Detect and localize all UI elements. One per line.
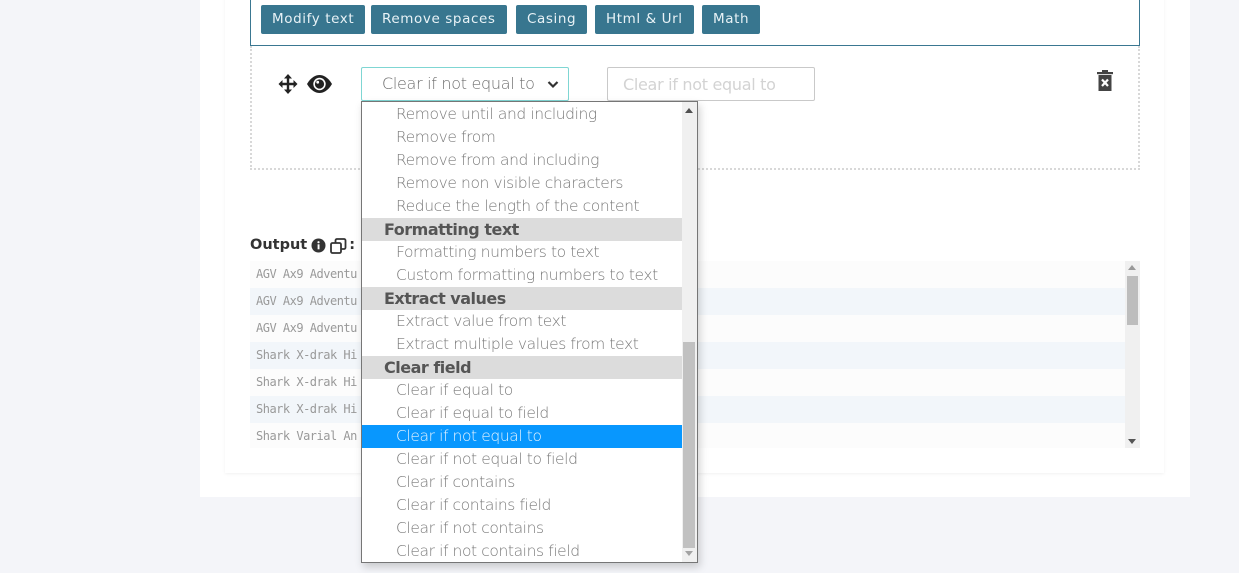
output-label: Output (250, 237, 308, 253)
casing-button[interactable]: Casing (516, 5, 588, 34)
remove-spaces-button[interactable]: Remove spaces (371, 5, 507, 34)
dropdown-option[interactable]: Reduce the length of the content (362, 195, 683, 218)
dropdown-option[interactable]: Remove non visible characters (362, 172, 683, 195)
dropdown-option[interactable]: Formatting numbers to text (362, 241, 683, 264)
operation-dropdown-list: Remove until and including Remove from Rem… (361, 101, 698, 563)
delete-icon[interactable] (1096, 69, 1114, 93)
operation-select[interactable]: Clear if not equal to (361, 67, 569, 101)
output-scrollbar-thumb[interactable] (1127, 276, 1138, 325)
dropdown-option[interactable]: Clear if not contains (362, 517, 683, 540)
operation-select-value: Clear if not equal to (382, 74, 535, 93)
output-scrollbar[interactable] (1125, 261, 1140, 448)
value-input[interactable] (607, 67, 815, 101)
dropdown-option[interactable]: Clear if equal to (362, 379, 683, 402)
dropdown-option[interactable]: Extract value from text (362, 310, 683, 333)
scroll-up-arrow-icon[interactable] (685, 108, 693, 113)
dropdown-option[interactable]: Custom formatting numbers to text (362, 264, 683, 287)
dropdown-group-label: Formatting text (362, 218, 683, 241)
math-button[interactable]: Math (702, 5, 761, 34)
dropdown-option[interactable]: Extract multiple values from text (362, 333, 683, 356)
dropdown-option[interactable]: Remove from (362, 126, 683, 149)
output-label-colon: : (349, 237, 356, 253)
info-icon[interactable] (311, 238, 326, 253)
chevron-down-icon (546, 76, 560, 90)
dropdown-option[interactable]: Clear if not equal to field (362, 448, 683, 471)
dropdown-option-selected[interactable]: Clear if not equal to (362, 425, 683, 448)
dropdown-option[interactable]: Remove from and including (362, 149, 683, 172)
dropdown-option[interactable]: Clear if equal to field (362, 402, 683, 425)
eye-icon[interactable] (306, 74, 333, 94)
dropdown-group-label: Clear field (362, 356, 683, 379)
output-header: Output : (250, 237, 356, 254)
dropdown-option[interactable]: Remove until and including (362, 103, 683, 126)
dropdown-options: Remove until and including Remove from Rem… (362, 102, 683, 562)
operation-category-toolbar: Modify text Remove spaces Casing Html & … (250, 0, 1140, 46)
dropdown-option[interactable]: Clear if contains (362, 471, 683, 494)
move-icon[interactable] (278, 73, 298, 95)
scroll-up-arrow-icon[interactable] (1128, 265, 1136, 270)
scroll-down-arrow-icon[interactable] (1128, 439, 1136, 444)
dropdown-group-label: Extract values (362, 287, 683, 310)
scroll-down-arrow-icon[interactable] (685, 551, 693, 556)
dropdown-scrollbar[interactable] (682, 102, 697, 562)
modify-text-button[interactable]: Modify text (261, 5, 366, 34)
copy-icon[interactable] (330, 237, 347, 254)
dropdown-option[interactable]: Clear if not contains field (362, 540, 683, 562)
html-url-button[interactable]: Html & Url (595, 5, 694, 34)
dropdown-scrollbar-thumb[interactable] (683, 342, 695, 548)
dropdown-option[interactable]: Clear if contains field (362, 494, 683, 517)
